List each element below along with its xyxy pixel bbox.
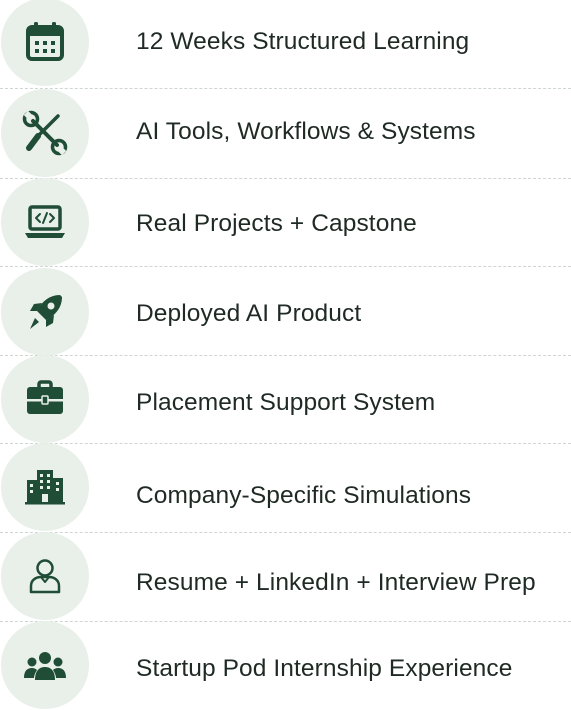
- feature-label: Company-Specific Simulations: [136, 482, 472, 509]
- feature-item-placement-support: Placement Support System: [0, 355, 571, 444]
- feature-item-deployed-product: Deployed AI Product: [0, 266, 571, 356]
- rocket-icon: [1, 268, 89, 356]
- tools-icon: [1, 89, 89, 177]
- user-profile-icon: [1, 532, 89, 620]
- feature-item-structured-learning: 12 Weeks Structured Learning: [0, 0, 571, 89]
- feature-item-ai-tools: AI Tools, Workflows & Systems: [0, 89, 571, 178]
- feature-list: 12 Weeks Structured Learning AI Tools, W…: [0, 0, 571, 709]
- briefcase-icon: [1, 355, 89, 443]
- feature-label: Startup Pod Internship Experience: [136, 655, 513, 682]
- team-icon: [1, 621, 89, 709]
- feature-label: Resume + LinkedIn + Interview Prep: [136, 569, 536, 596]
- calendar-icon: [1, 0, 89, 86]
- feature-label: Real Projects + Capstone: [136, 210, 417, 237]
- feature-label: Deployed AI Product: [136, 300, 362, 327]
- feature-item-company-simulations: Company-Specific Simulations: [0, 443, 571, 532]
- feature-item-startup-pod: Startup Pod Internship Experience: [0, 621, 571, 710]
- feature-label: AI Tools, Workflows & Systems: [136, 118, 476, 145]
- feature-item-real-projects: Real Projects + Capstone: [0, 178, 571, 267]
- feature-label: 12 Weeks Structured Learning: [136, 28, 470, 55]
- buildings-icon: [1, 443, 89, 531]
- laptop-code-icon: [1, 178, 89, 266]
- feature-item-resume-prep: Resume + LinkedIn + Interview Prep: [0, 532, 571, 621]
- feature-label: Placement Support System: [136, 389, 436, 416]
